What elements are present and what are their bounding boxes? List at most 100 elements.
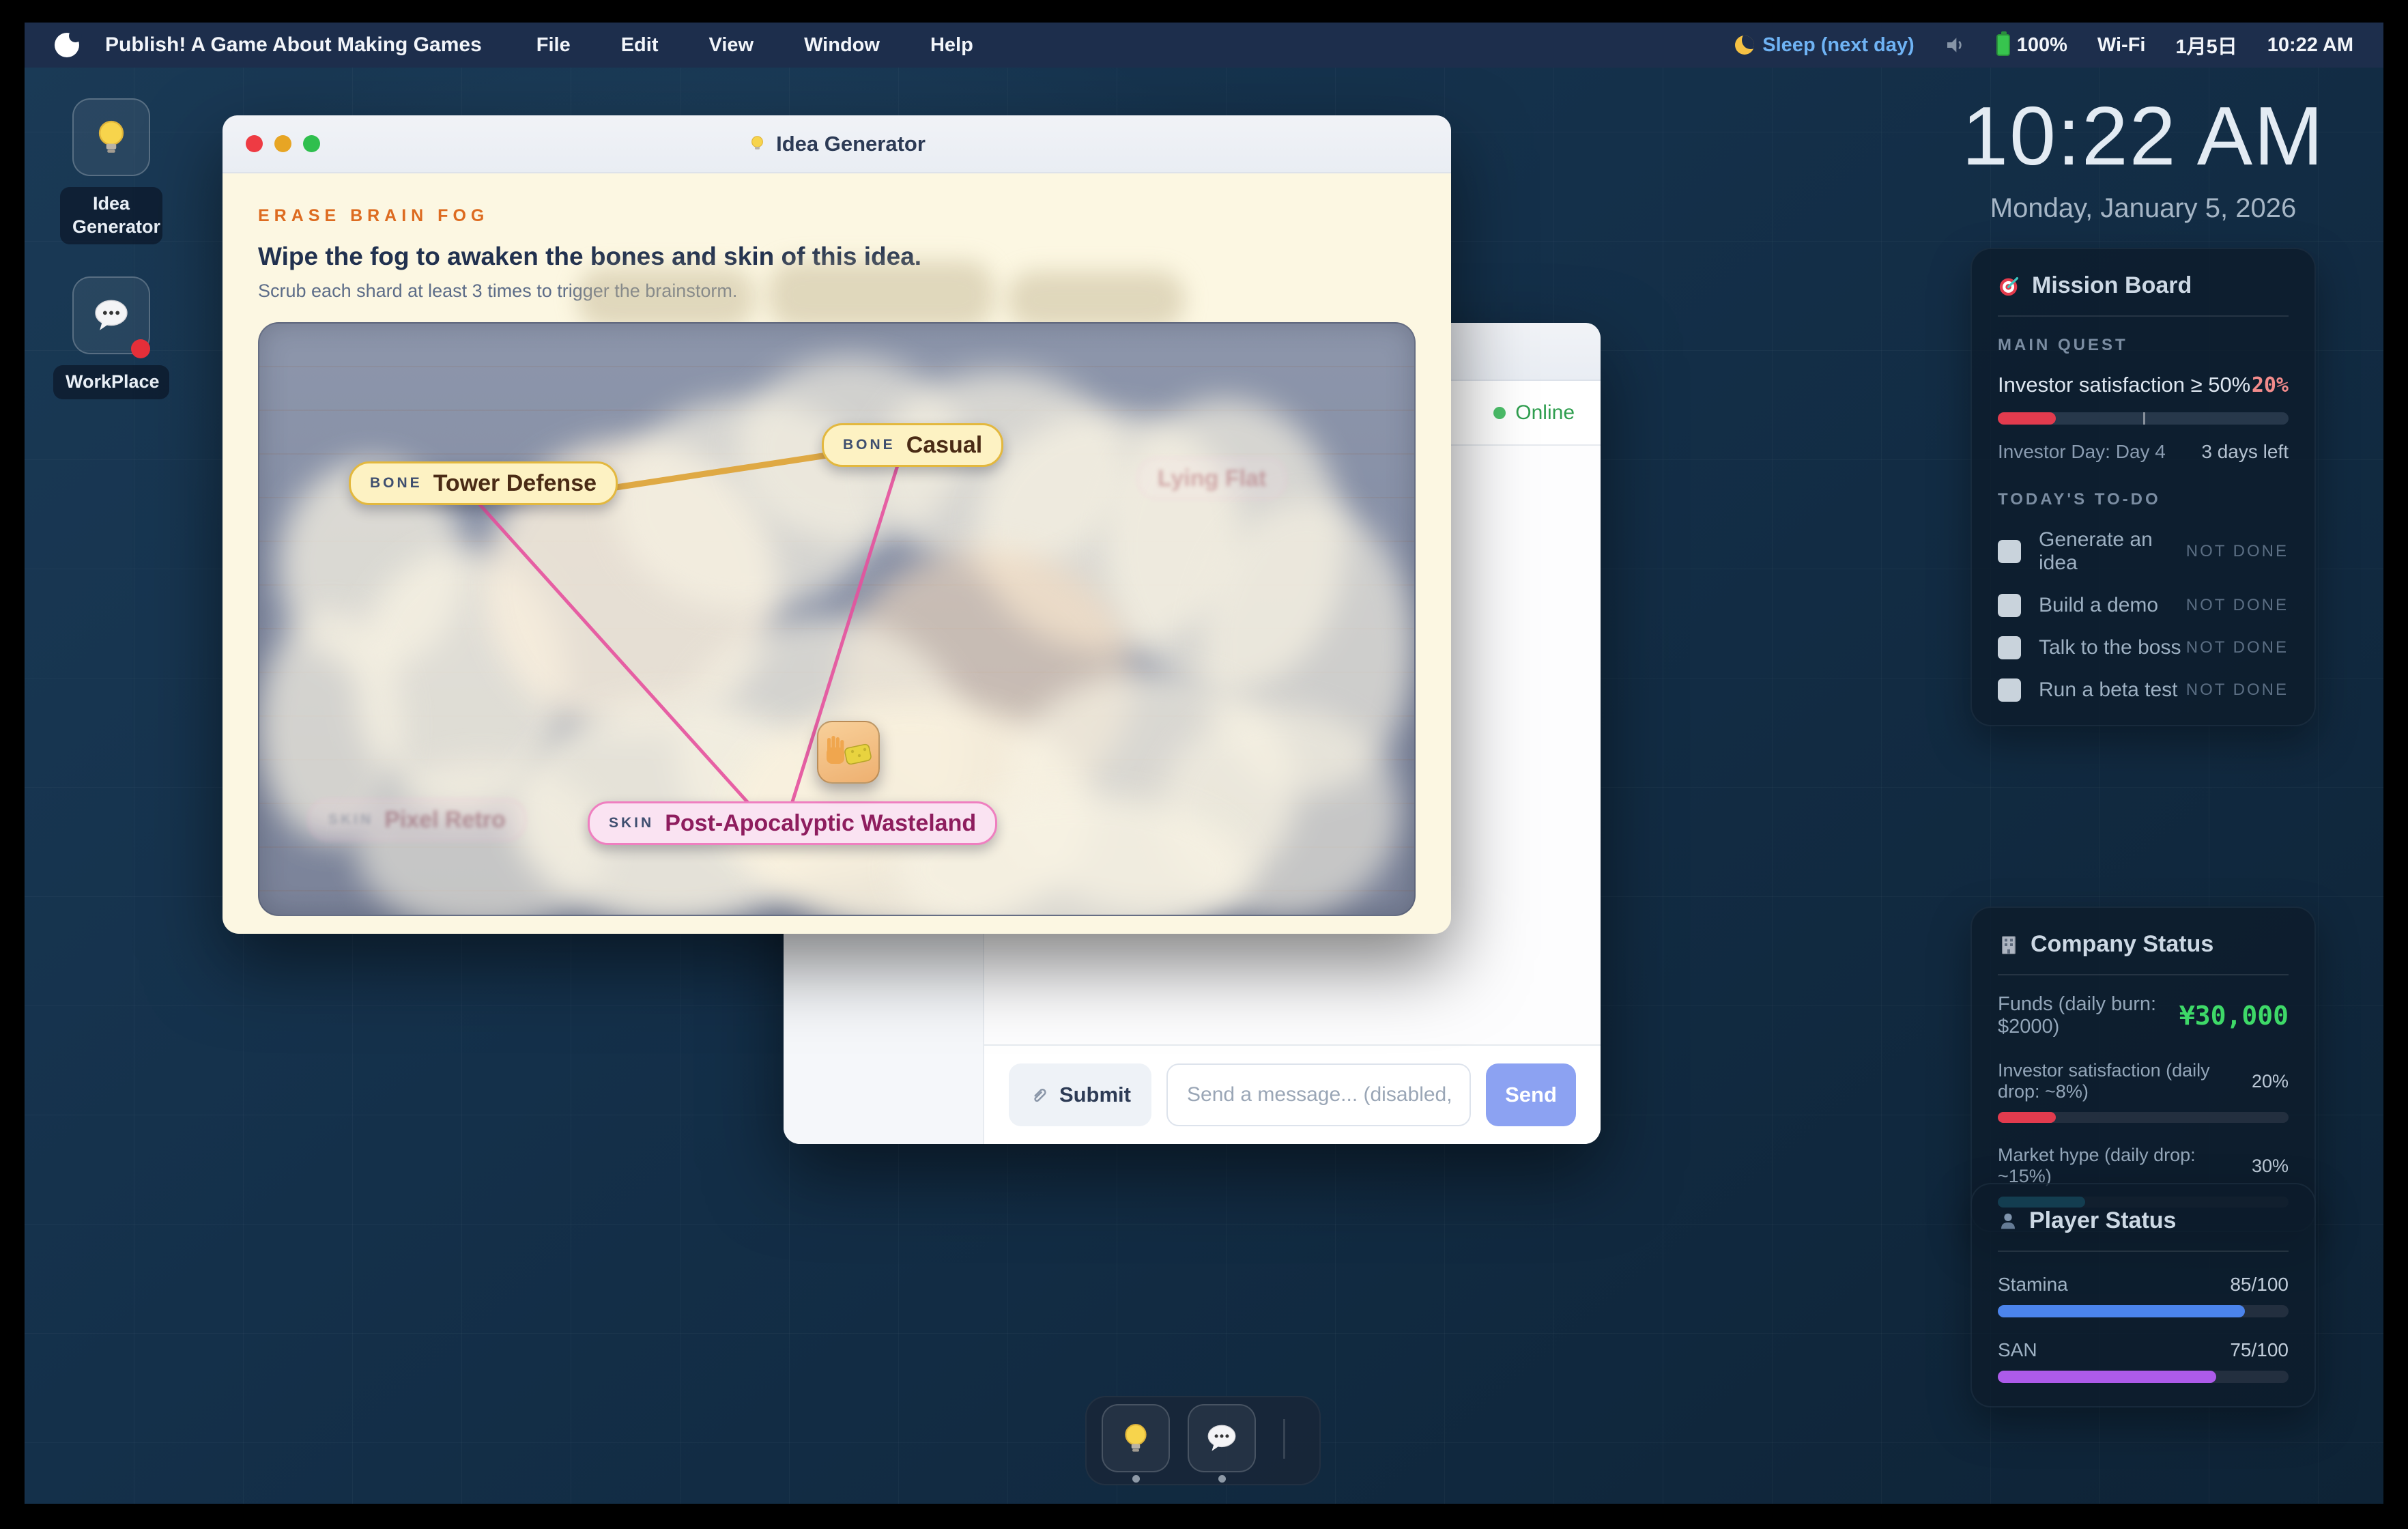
idea-generator-dock-tile[interactable]	[1102, 1404, 1170, 1472]
funds-value: ¥30,000	[2179, 1001, 2289, 1031]
sleep-label: Sleep (next day)	[1762, 34, 1914, 57]
idea-generator-tile[interactable]	[72, 98, 150, 176]
todo-status: NOT DONE	[2186, 596, 2289, 615]
workplace-tile[interactable]	[72, 276, 150, 354]
lightbulb-icon	[1119, 1421, 1153, 1455]
menu-item-window[interactable]: Window	[804, 34, 880, 57]
speech-balloon-icon	[91, 296, 131, 335]
quest-progress-bar	[1998, 412, 2289, 425]
close-button[interactable]	[246, 135, 263, 152]
menubar-date: 1月5日	[2175, 31, 2237, 59]
lightbulb-icon	[748, 134, 766, 153]
todo-label: Build a demo	[2039, 594, 2186, 617]
todo-checkbox[interactable]	[1998, 594, 2021, 617]
idea-headline: Wipe the fog to awaken the bones and ski…	[258, 242, 1416, 271]
todo-checkbox[interactable]	[1998, 540, 2021, 563]
quest-progress-fill	[1998, 412, 2056, 425]
todo-label: Talk to the boss	[2039, 636, 2186, 659]
speaker-icon[interactable]	[1945, 34, 1966, 56]
todo-row: Generate an idea NOT DONE	[1998, 528, 2289, 575]
shard-tag: SKIN	[328, 812, 373, 828]
sleep-status[interactable]: Sleep (next day)	[1735, 34, 1914, 57]
online-dot-icon	[1493, 407, 1506, 419]
online-status-label: Online	[1515, 401, 1575, 425]
todo-status: NOT DONE	[2186, 638, 2289, 657]
message-input[interactable]	[1166, 1063, 1471, 1126]
panel-title: Player Status	[2029, 1208, 2176, 1234]
mission-board-panel: Mission Board MAIN QUEST Investor satisf…	[1970, 248, 2316, 726]
running-indicator-dot	[1132, 1475, 1140, 1483]
workplace-dock-tile[interactable]	[1188, 1404, 1256, 1472]
lightbulb-icon	[91, 117, 131, 157]
menu-item-file[interactable]: File	[536, 34, 571, 57]
todo-checkbox[interactable]	[1998, 636, 2021, 659]
sponge-icon	[844, 744, 872, 765]
speech-balloon-icon	[1205, 1421, 1239, 1455]
clock-date: Monday, January 5, 2026	[1930, 193, 2357, 224]
metric-label: Investor satisfaction (daily drop: ~8%)	[1998, 1060, 2252, 1102]
panel-title: Mission Board	[2032, 272, 2192, 299]
wifi-label[interactable]: Wi-Fi	[2097, 34, 2146, 57]
fogged-shard-lying-flat[interactable]: Lying Flat	[1136, 457, 1287, 500]
screen: Publish! A Game About Making Games File …	[0, 0, 2408, 1529]
metric-bar-fill	[1998, 1371, 2216, 1383]
crescent-moon-icon	[1735, 35, 1754, 55]
office-building-icon	[1998, 934, 2020, 956]
bone-bone-edge	[580, 455, 831, 493]
game-logo-icon[interactable]	[55, 33, 79, 57]
battery-status[interactable]: 100%	[1996, 34, 2067, 57]
desktop-icon-idea-generator[interactable]: Idea Generator	[57, 98, 166, 244]
paperclip-icon	[1029, 1085, 1050, 1105]
todo-status: NOT DONE	[2186, 681, 2289, 700]
metric-bar-fill	[1998, 1305, 2245, 1317]
metric-label: Market hype (daily drop: ~15%)	[1998, 1145, 2252, 1187]
desktop-icon-workplace[interactable]: WorkPlace	[57, 276, 166, 399]
shard-tag: BONE	[370, 475, 422, 491]
chat-input-bar: Submit Send	[984, 1044, 1601, 1144]
shard-tower-defense[interactable]: BONE Tower Defense	[349, 461, 618, 505]
quest-value: 20%	[2252, 373, 2289, 397]
shard-label: Post-Apocalyptic Wasteland	[665, 810, 976, 837]
todo-label: Run a beta test	[2039, 678, 2186, 702]
menu-bar: Publish! A Game About Making Games File …	[25, 23, 2383, 68]
window-title: Idea Generator	[223, 132, 1451, 156]
metric-label: SAN	[1998, 1339, 2037, 1361]
menu-item-view[interactable]: View	[709, 34, 754, 57]
send-button[interactable]: Send	[1486, 1063, 1576, 1126]
metric-bar	[1998, 1112, 2289, 1123]
metric-bar	[1998, 1371, 2289, 1383]
metric-label: Stamina	[1998, 1274, 2068, 1296]
dock-item-idea-generator[interactable]	[1102, 1404, 1170, 1483]
todo-row: Build a demo NOT DONE	[1998, 594, 2289, 617]
submit-label: Submit	[1059, 1083, 1131, 1107]
battery-label: 100%	[2017, 34, 2067, 57]
desktop-icon-label: Idea Generator	[60, 187, 162, 244]
person-bust-icon	[1998, 1211, 2018, 1231]
shard-post-apocalyptic-wasteland[interactable]: SKIN Post-Apocalyptic Wasteland	[588, 801, 997, 845]
zoom-button[interactable]	[303, 135, 320, 152]
submit-button[interactable]: Submit	[1009, 1063, 1151, 1126]
shard-casual[interactable]: BONE Casual	[822, 423, 1003, 467]
shard-label: Casual	[906, 432, 983, 459]
todo-status: NOT DONE	[2186, 542, 2289, 561]
minimize-button[interactable]	[274, 135, 291, 152]
menu-item-help[interactable]: Help	[930, 34, 973, 57]
metric-bar	[1998, 1305, 2289, 1317]
quest-target-marker	[2143, 412, 2145, 425]
menu-item-edit[interactable]: Edit	[621, 34, 659, 57]
dock-item-workplace[interactable]	[1188, 1404, 1256, 1483]
todo-checkbox[interactable]	[1998, 678, 2021, 702]
metric-stamina: Stamina 85/100	[1998, 1274, 2289, 1317]
hand-with-sponge-icon	[817, 721, 880, 784]
desktop[interactable]: Publish! A Game About Making Games File …	[25, 23, 2383, 1504]
fogged-shard-label: Lying Flat	[1158, 466, 1266, 492]
idea-generator-window[interactable]: Idea Generator ERASE BRAIN FOG Wipe the …	[223, 115, 1451, 934]
idea-titlebar[interactable]: Idea Generator	[223, 115, 1451, 173]
menubar-time: 10:22 AM	[2267, 34, 2353, 57]
section-label: ERASE BRAIN FOG	[258, 206, 1416, 226]
fogged-shard-pixel-retro[interactable]: SKIN Pixel Retro	[307, 798, 527, 842]
funds-label: Funds (daily burn: $2000)	[1998, 993, 2179, 1038]
quest-label: Investor satisfaction ≥ 50%	[1998, 373, 2250, 397]
metric-value: 85/100	[2230, 1274, 2289, 1296]
brain-fog-canvas[interactable]: Lying Flat SKIN Pixel Retro BONE Tower D…	[258, 322, 1416, 916]
